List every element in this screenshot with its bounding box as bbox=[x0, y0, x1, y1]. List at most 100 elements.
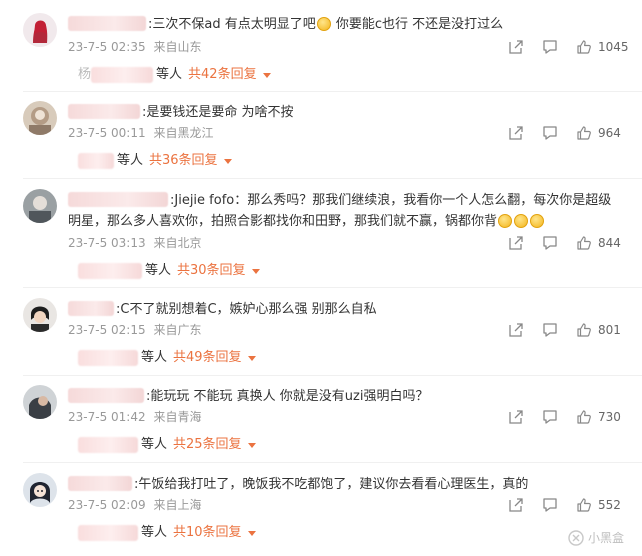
comment-time: 23-7-5 02:09 bbox=[68, 498, 146, 512]
comment-time: 23-7-5 02:15 bbox=[68, 323, 146, 337]
reply-summary[interactable]: 等人 共36条回复 bbox=[78, 152, 232, 170]
divider bbox=[23, 462, 642, 463]
reply-summary[interactable]: 等人 共49条回复 bbox=[78, 349, 256, 367]
comment-icon bbox=[543, 236, 557, 250]
comment-text: :C不了就别想着C，嫉妒心那么强 别那么自私 bbox=[116, 302, 377, 317]
divider bbox=[23, 178, 642, 179]
comment-actions: 964 bbox=[490, 125, 628, 141]
like-count: 730 bbox=[598, 410, 621, 424]
comment-meta: 23-7-5 03:13 来自北京 bbox=[68, 235, 201, 251]
reply-count-link[interactable]: 共30条回复 bbox=[177, 262, 246, 280]
reply-count-link[interactable]: 共10条回复 bbox=[173, 524, 242, 542]
share-button[interactable] bbox=[508, 125, 524, 141]
like-button[interactable]: 1045 bbox=[576, 39, 629, 55]
chevron-down-icon[interactable] bbox=[247, 355, 256, 361]
comment-meta: 23-7-5 02:09 来自上海 bbox=[68, 497, 201, 513]
avatar[interactable] bbox=[23, 298, 57, 332]
reply-users-blurred[interactable] bbox=[78, 350, 138, 366]
like-icon bbox=[577, 236, 591, 250]
username-blurred[interactable] bbox=[68, 16, 146, 31]
avatar[interactable] bbox=[23, 473, 57, 507]
emoji-icon bbox=[530, 213, 545, 228]
share-button[interactable] bbox=[508, 409, 524, 425]
comment-meta: 23-7-5 02:35 来自山东 bbox=[68, 39, 201, 55]
username-blurred[interactable] bbox=[68, 301, 114, 316]
comment-actions: 552 bbox=[490, 497, 628, 513]
share-button[interactable] bbox=[508, 235, 524, 251]
reply-count-link[interactable]: 共42条回复 bbox=[188, 66, 257, 84]
avatar[interactable] bbox=[23, 189, 57, 223]
divider bbox=[23, 375, 642, 376]
like-button[interactable]: 801 bbox=[576, 322, 628, 338]
chevron-down-icon[interactable] bbox=[262, 72, 271, 78]
reply-button[interactable] bbox=[542, 322, 558, 338]
emoji-icon bbox=[498, 213, 513, 228]
like-icon bbox=[577, 498, 591, 512]
watermark: 小黑盒 bbox=[568, 529, 624, 546]
comment-item: :三次不保ad 有点太明显了吧 你要能c也行 不还是没打过么 23-7-5 02… bbox=[0, 6, 642, 94]
share-icon bbox=[509, 498, 523, 512]
username-blurred[interactable] bbox=[68, 388, 144, 403]
heybox-logo-icon bbox=[568, 529, 584, 546]
share-icon bbox=[509, 236, 523, 250]
comment-location: 来自青海 bbox=[153, 410, 202, 424]
reply-summary[interactable]: 等人 共30条回复 bbox=[78, 262, 260, 280]
chevron-down-icon[interactable] bbox=[247, 442, 256, 448]
like-count: 844 bbox=[598, 236, 621, 250]
watermark-text: 小黑盒 bbox=[587, 531, 624, 545]
reply-button[interactable] bbox=[542, 39, 558, 55]
avatar[interactable] bbox=[23, 13, 57, 47]
avatar[interactable] bbox=[23, 101, 57, 135]
reply-count-link[interactable]: 共49条回复 bbox=[173, 349, 242, 367]
reply-suffix: 等人 bbox=[141, 525, 168, 540]
comment-location: 来自广东 bbox=[153, 323, 202, 337]
reply-suffix: 等人 bbox=[141, 437, 168, 452]
reply-button[interactable] bbox=[542, 235, 558, 251]
reply-suffix: 等人 bbox=[145, 263, 172, 278]
comment-time: 23-7-5 00:11 bbox=[68, 126, 146, 140]
comment-actions: 801 bbox=[490, 322, 628, 338]
share-button[interactable] bbox=[508, 322, 524, 338]
reply-users-blurred[interactable] bbox=[78, 525, 138, 541]
reply-users-blurred[interactable] bbox=[78, 437, 138, 453]
username-blurred[interactable] bbox=[68, 192, 168, 207]
reply-users-blurred[interactable] bbox=[78, 153, 114, 169]
reply-button[interactable] bbox=[542, 125, 558, 141]
emoji-icon bbox=[514, 213, 529, 228]
reply-count-link[interactable]: 共36条回复 bbox=[149, 152, 218, 170]
like-icon bbox=[577, 323, 591, 337]
reply-users-blurred[interactable] bbox=[91, 67, 154, 83]
like-button[interactable]: 844 bbox=[576, 235, 628, 251]
share-icon bbox=[509, 410, 523, 424]
like-button[interactable]: 552 bbox=[576, 497, 628, 513]
reply-summary[interactable]: 杨 等人 共42条回复 bbox=[78, 66, 271, 84]
like-count: 1045 bbox=[598, 40, 629, 54]
chevron-down-icon[interactable] bbox=[223, 158, 232, 164]
like-icon bbox=[577, 40, 591, 54]
reply-button[interactable] bbox=[542, 497, 558, 513]
like-button[interactable]: 730 bbox=[576, 409, 628, 425]
comment-item: :午饭给我打吐了，晚饭我不吃都饱了，建议你去看看心理医生，真的 23-7-5 0… bbox=[0, 466, 642, 554]
comment-time: 23-7-5 02:35 bbox=[68, 40, 146, 54]
comment-time: 23-7-5 03:13 bbox=[68, 236, 146, 250]
reply-suffix: 等人 bbox=[156, 67, 183, 82]
reply-count-link[interactable]: 共25条回复 bbox=[173, 436, 242, 454]
like-button[interactable]: 964 bbox=[576, 125, 628, 141]
username-blurred[interactable] bbox=[68, 476, 132, 491]
reply-users-blurred[interactable] bbox=[78, 263, 142, 279]
username-blurred[interactable] bbox=[68, 104, 140, 119]
comment-text: :能玩玩 不能玩 真换人 你就是没有uzi强明白吗？ bbox=[146, 389, 429, 404]
share-button[interactable] bbox=[508, 497, 524, 513]
comment-location: 来自山东 bbox=[153, 40, 202, 54]
avatar[interactable] bbox=[23, 385, 57, 419]
reply-button[interactable] bbox=[542, 409, 558, 425]
share-button[interactable] bbox=[508, 39, 524, 55]
reply-summary[interactable]: 等人 共25条回复 bbox=[78, 436, 256, 454]
comment-text: :午饭给我打吐了，晚饭我不吃都饱了，建议你去看看心理医生，真的 bbox=[134, 477, 529, 492]
comment-icon bbox=[543, 410, 557, 424]
reply-summary[interactable]: 等人 共10条回复 bbox=[78, 524, 256, 542]
like-icon bbox=[577, 126, 591, 140]
chevron-down-icon[interactable] bbox=[251, 268, 260, 274]
comment-meta: 23-7-5 01:42 来自青海 bbox=[68, 409, 201, 425]
chevron-down-icon[interactable] bbox=[247, 530, 256, 536]
